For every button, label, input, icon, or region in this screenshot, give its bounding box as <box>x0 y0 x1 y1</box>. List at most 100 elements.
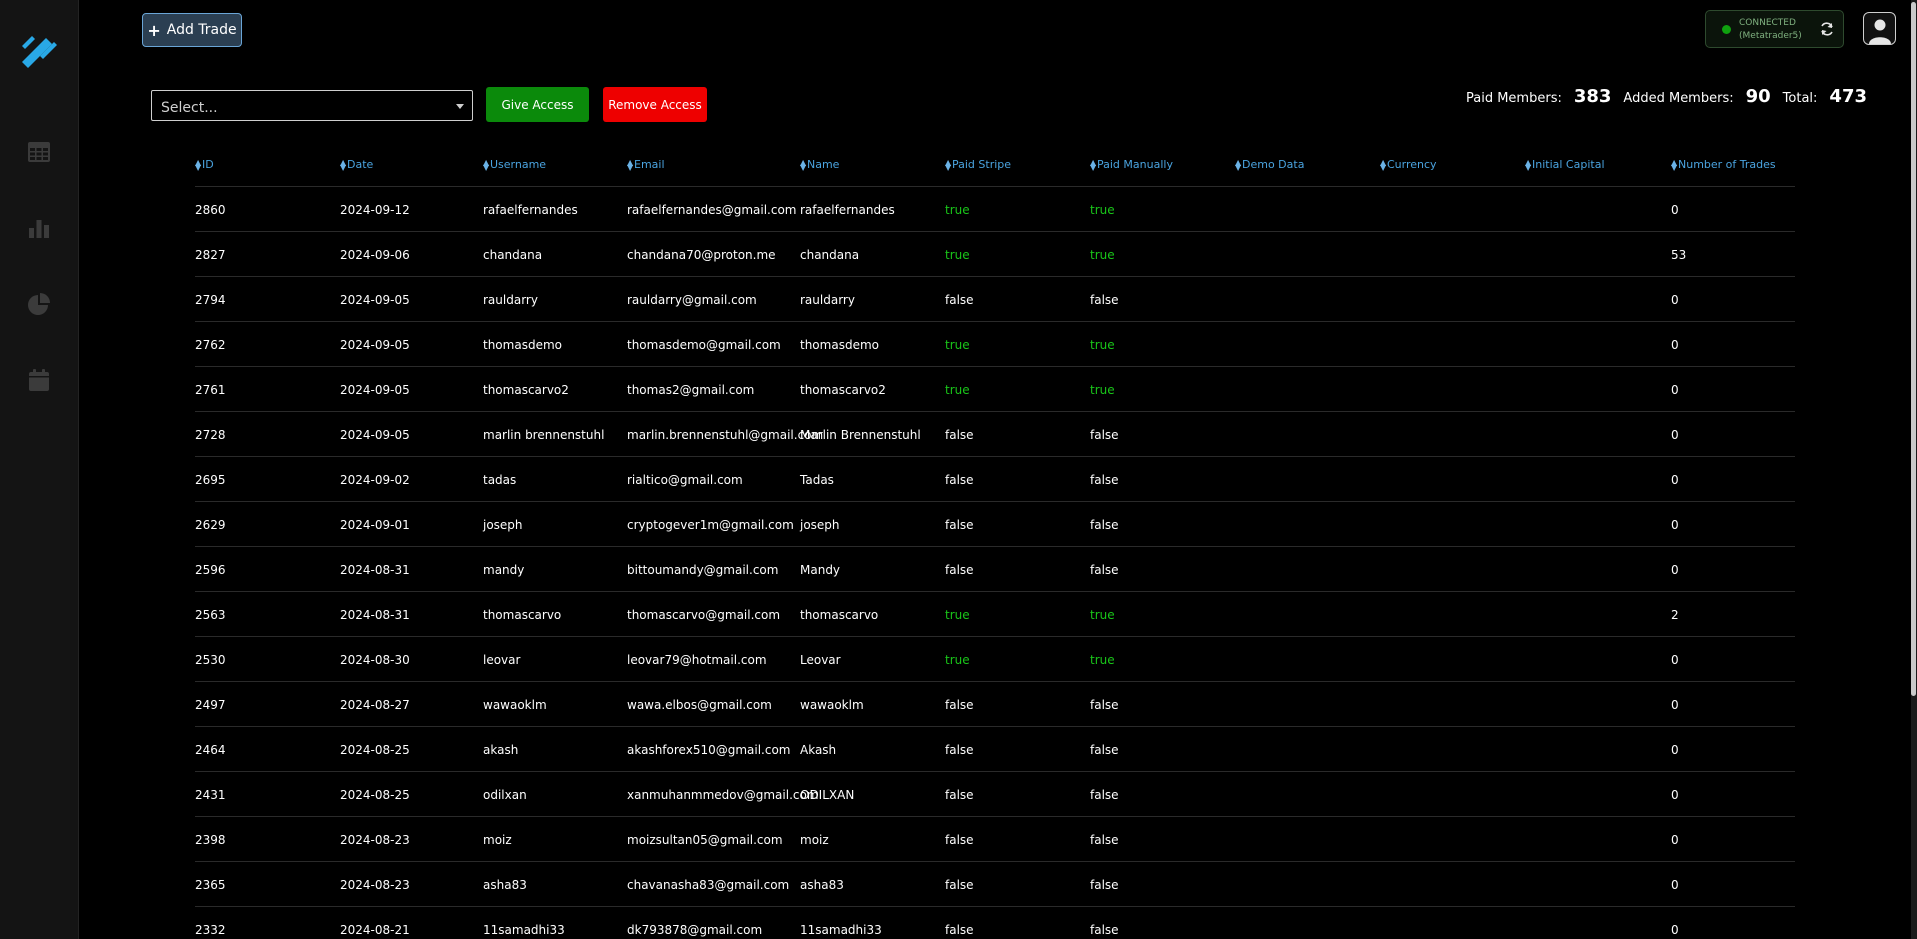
column-header-number-of-trades[interactable]: ▲ ▼ Number of Trades <box>1671 158 1776 171</box>
calendar-grid-icon[interactable] <box>26 139 52 165</box>
cell-username: rafaelfernandes <box>483 203 578 217</box>
cell-date: 2024-08-25 <box>340 788 410 802</box>
sort-icon: ▲ ▼ <box>1525 157 1532 172</box>
column-header-label: ID <box>202 158 214 171</box>
table-row[interactable]: 2860 2024-09-12 rafaelfernandes rafaelferna… <box>195 187 1795 232</box>
cell-paid-stripe: false <box>945 518 974 532</box>
table-row[interactable]: 2794 2024-09-05 rauldarry rauldarry@gmail.c… <box>195 277 1795 322</box>
sort-icon: ▲ ▼ <box>800 157 807 172</box>
column-header-username[interactable]: ▲ ▼ Username <box>483 158 546 171</box>
calendar-icon[interactable] <box>26 367 52 393</box>
column-header-paid-stripe[interactable]: ▲ ▼ Paid Stripe <box>945 158 1011 171</box>
cell-trades: 53 <box>1671 248 1687 262</box>
table-row[interactable]: 2497 2024-08-27 wawaoklm wawa.elbos@gmail.c… <box>195 682 1795 727</box>
cell-username: joseph <box>483 518 523 532</box>
table-row[interactable]: 2762 2024-09-05 thomasdemo thomasdemo@gmail… <box>195 322 1795 367</box>
column-header-demo-data[interactable]: ▲ ▼ Demo Data <box>1235 158 1304 171</box>
bar-chart-icon[interactable] <box>26 215 52 241</box>
cell-username: tadas <box>483 473 517 487</box>
cell-email: cryptogever1m@gmail.com <box>627 518 794 532</box>
cell-date: 2024-08-25 <box>340 743 410 757</box>
cell-name: moiz <box>800 833 829 847</box>
added-members-value: 90 <box>1745 86 1771 107</box>
total-label: Total: <box>1782 91 1818 106</box>
cell-username: thomascarvo2 <box>483 383 569 397</box>
connection-status-label: CONNECTED <box>1739 18 1796 28</box>
cell-email: moizsultan05@gmail.com <box>627 833 783 847</box>
cell-username: wawaoklm <box>483 698 547 712</box>
table-row[interactable]: 2629 2024-09-01 joseph cryptogever1m@gmail.… <box>195 502 1795 547</box>
sort-icon: ▲ ▼ <box>945 157 952 172</box>
user-avatar-icon[interactable] <box>1863 12 1896 45</box>
cell-name: thomascarvo2 <box>800 383 886 397</box>
logo-icon[interactable] <box>18 26 60 68</box>
cell-paid-stripe: false <box>945 473 974 487</box>
sort-icon: ▲ ▼ <box>1090 157 1097 172</box>
column-header-label: Email <box>634 158 665 171</box>
status-dot-icon <box>1722 25 1731 34</box>
give-access-button[interactable]: Give Access <box>486 87 589 122</box>
column-header-label: Date <box>347 158 374 171</box>
cell-trades: 0 <box>1671 473 1679 487</box>
cell-trades: 0 <box>1671 653 1679 667</box>
table-row[interactable]: 2596 2024-08-31 mandy bittoumandy@gmail.com… <box>195 547 1795 592</box>
remove-access-button[interactable]: Remove Access <box>603 87 707 122</box>
cell-name: asha83 <box>800 878 844 892</box>
cell-paid-manually: false <box>1090 833 1119 847</box>
scrollbar-thumb[interactable] <box>1911 2 1916 696</box>
paid-members-label: Paid Members: <box>1466 91 1562 106</box>
column-header-email[interactable]: ▲ ▼ Email <box>627 158 665 171</box>
member-select[interactable]: Select... <box>151 90 473 121</box>
cell-email: leovar79@hotmail.com <box>627 653 767 667</box>
table-row[interactable]: 2695 2024-09-02 tadas rialtico@gmail.com Tad… <box>195 457 1795 502</box>
table-row[interactable]: 2398 2024-08-23 moiz moizsultan05@gmail.com… <box>195 817 1795 862</box>
cell-paid-stripe: true <box>945 203 970 217</box>
cell-name: rauldarry <box>800 293 855 307</box>
add-trade-button[interactable]: + Add Trade <box>142 13 242 47</box>
cell-date: 2024-09-05 <box>340 428 410 442</box>
column-header-currency[interactable]: ▲ ▼ Currency <box>1380 158 1437 171</box>
cell-paid-stripe: false <box>945 833 974 847</box>
connection-status: CONNECTED (Metatrader5) <box>1705 10 1844 48</box>
connection-text: CONNECTED (Metatrader5) <box>1739 17 1802 43</box>
cell-paid-stripe: false <box>945 563 974 577</box>
table-row[interactable]: 2530 2024-08-30 leovar leovar79@hotmail.com… <box>195 637 1795 682</box>
members-table: ▲ ▼ ID ▲ ▼ Date ▲ ▼ Username ▲ ▼ Email ▲ ▼ Name ▲ ▼ Paid … <box>195 150 1795 939</box>
cell-paid-manually: true <box>1090 608 1115 622</box>
cell-email: dk793878@gmail.com <box>627 923 763 937</box>
table-row[interactable]: 2365 2024-08-23 asha83 chavanasha83@gmail.c… <box>195 862 1795 907</box>
column-header-initial-capital[interactable]: ▲ ▼ Initial Capital <box>1525 158 1605 171</box>
pie-chart-icon[interactable] <box>26 291 52 317</box>
table-row[interactable]: 2563 2024-08-31 thomascarvo thomascarvo@gma… <box>195 592 1795 637</box>
table-row[interactable]: 2431 2024-08-25 odilxan xanmuhanmmedov@gmai… <box>195 772 1795 817</box>
sort-icon: ▲ ▼ <box>1671 157 1678 172</box>
cell-paid-manually: true <box>1090 653 1115 667</box>
cell-username: thomascarvo <box>483 608 562 622</box>
cell-paid-manually: false <box>1090 518 1119 532</box>
table-row[interactable]: 2728 2024-09-05 marlin brennenstuhl marlin.… <box>195 412 1795 457</box>
column-header-paid-manually[interactable]: ▲ ▼ Paid Manually <box>1090 158 1173 171</box>
table-row[interactable]: 2464 2024-08-25 akash akashforex510@gmail.c… <box>195 727 1795 772</box>
cell-id: 2629 <box>195 518 226 532</box>
cell-name: rafaelfernandes <box>800 203 895 217</box>
cell-email: rialtico@gmail.com <box>627 473 743 487</box>
cell-trades: 0 <box>1671 338 1679 352</box>
table-row[interactable]: 2827 2024-09-06 chandana chandana70@proton.… <box>195 232 1795 277</box>
cell-username: leovar <box>483 653 521 667</box>
cell-trades: 0 <box>1671 878 1679 892</box>
added-members-label: Added Members: <box>1623 91 1734 106</box>
cell-email: xanmuhanmmedov@gmail.com <box>627 788 819 802</box>
refresh-icon[interactable] <box>1819 21 1835 37</box>
cell-username: thomasdemo <box>483 338 562 352</box>
cell-paid-stripe: false <box>945 743 974 757</box>
table-row[interactable]: 2332 2024-08-21 11samadhi33 dk793878@gmail.… <box>195 907 1795 939</box>
table-row[interactable]: 2761 2024-09-05 thomascarvo2 thomas2@gmail.… <box>195 367 1795 412</box>
add-trade-label: Add Trade <box>166 22 237 38</box>
cell-id: 2431 <box>195 788 226 802</box>
column-header-name[interactable]: ▲ ▼ Name <box>800 158 839 171</box>
cell-id: 2728 <box>195 428 226 442</box>
cell-id: 2762 <box>195 338 226 352</box>
column-header-date[interactable]: ▲ ▼ Date <box>340 158 373 171</box>
cell-email: thomasdemo@gmail.com <box>627 338 781 352</box>
column-header-id[interactable]: ▲ ▼ ID <box>195 158 214 171</box>
